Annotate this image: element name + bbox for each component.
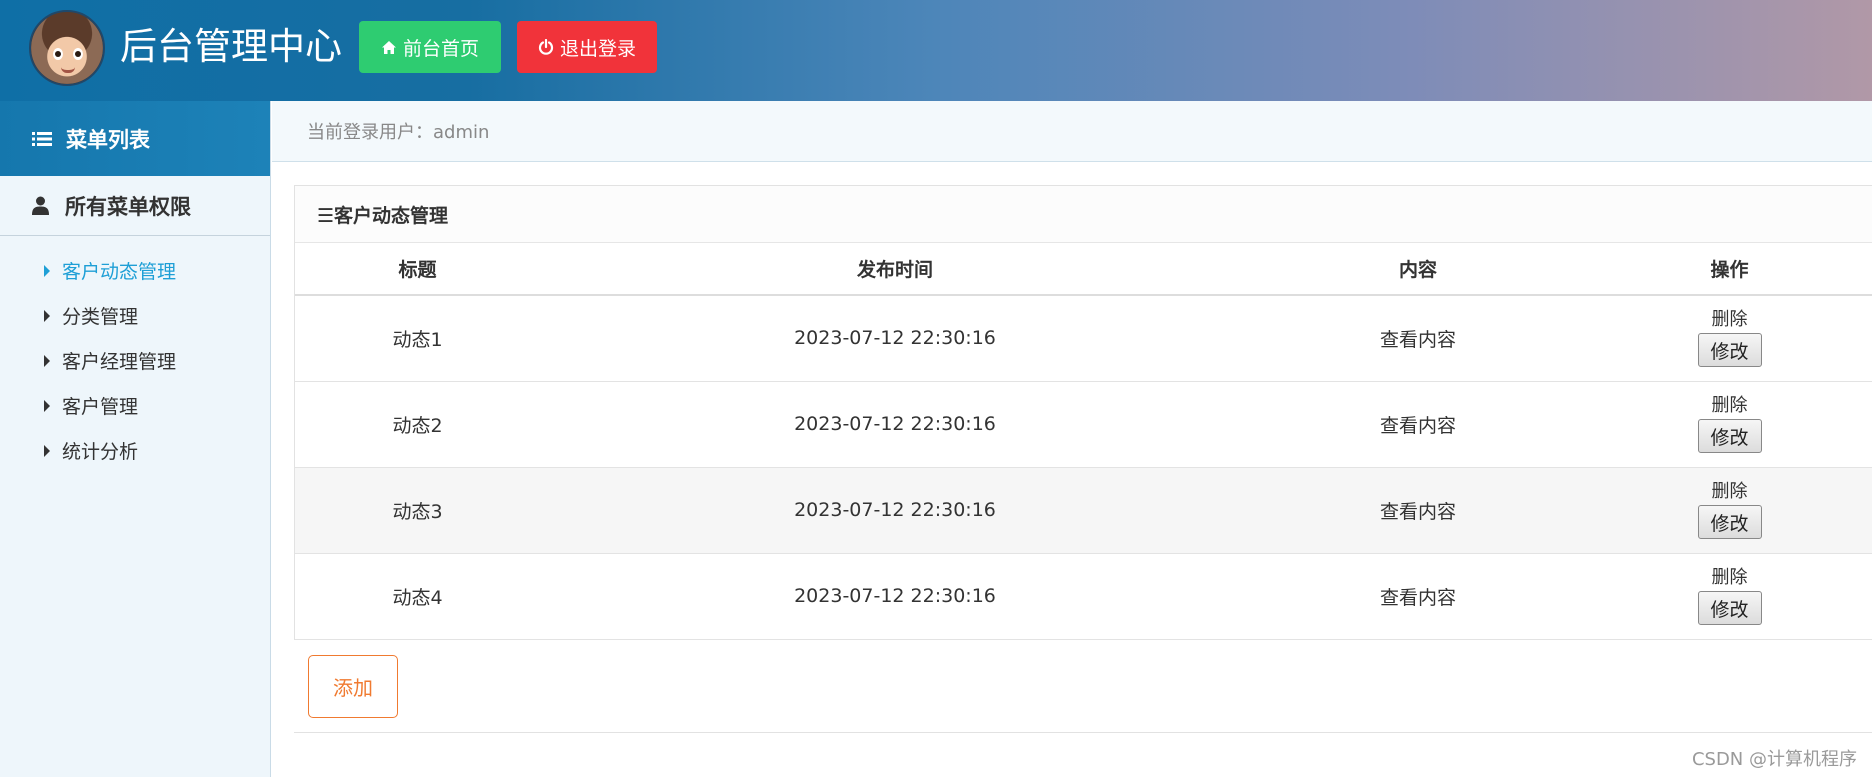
caret-right-icon xyxy=(44,264,50,277)
row-time: 2023-07-12 22:30:16 xyxy=(540,381,1250,468)
sidebar-section-label: 所有菜单权限 xyxy=(65,194,191,219)
current-user-text: 当前登录用户：admin xyxy=(307,122,490,143)
sidebar: 菜单列表 所有菜单权限 客户动态管理 分类管理 客户经理管理 客户管理 统计分析 xyxy=(0,101,271,777)
table-row: 动态3 2023-07-12 22:30:16 查看内容 删除 修改 xyxy=(295,467,1872,554)
row-title: 动态1 xyxy=(295,295,540,382)
table-row: 动态2 2023-07-12 22:30:16 查看内容 删除 修改 xyxy=(295,381,1872,468)
user-icon xyxy=(32,196,49,215)
panel-title: ☰客户动态管理 xyxy=(295,186,1872,243)
row-actions: 删除 修改 xyxy=(1586,467,1872,554)
column-header-content: 内容 xyxy=(1250,243,1586,296)
column-header-publish-time: 发布时间 xyxy=(540,243,1250,296)
row-title: 动态2 xyxy=(295,381,540,468)
delete-link[interactable]: 删除 xyxy=(1712,309,1748,331)
home-button-label: 前台首页 xyxy=(402,37,479,60)
caret-right-icon xyxy=(44,309,50,322)
sidebar-item-statistics[interactable]: 统计分析 xyxy=(0,428,270,473)
edit-button[interactable]: 修改 xyxy=(1697,591,1762,625)
table-header-row: 标题 发布时间 内容 操作 xyxy=(295,243,1872,296)
delete-link[interactable]: 删除 xyxy=(1712,395,1748,417)
logout-button-label: 退出登录 xyxy=(559,37,636,60)
add-button[interactable]: 添加 xyxy=(308,655,398,718)
sidebar-header-label: 菜单列表 xyxy=(66,127,150,152)
logout-button[interactable]: 退出登录 xyxy=(517,21,657,73)
sidebar-header: 菜单列表 xyxy=(0,101,270,176)
view-content-link[interactable]: 查看内容 xyxy=(1250,467,1586,554)
row-actions: 删除 修改 xyxy=(1586,553,1872,640)
caret-right-icon xyxy=(44,399,50,412)
sidebar-section-all-permissions[interactable]: 所有菜单权限 xyxy=(0,176,270,236)
row-title: 动态3 xyxy=(295,467,540,554)
edit-button[interactable]: 修改 xyxy=(1697,333,1762,368)
delete-link[interactable]: 删除 xyxy=(1712,481,1748,503)
sidebar-item-label: 分类管理 xyxy=(62,306,139,328)
edit-button[interactable]: 修改 xyxy=(1697,419,1762,453)
divider xyxy=(294,732,1872,733)
app-title: 后台管理中心 xyxy=(120,25,342,68)
watermark: CSDN @计算机程序 xyxy=(1691,749,1857,770)
column-header-actions: 操作 xyxy=(1586,243,1872,296)
power-icon xyxy=(538,39,554,55)
row-time: 2023-07-12 22:30:16 xyxy=(540,295,1250,382)
sidebar-item-label: 统计分析 xyxy=(62,441,139,463)
sidebar-item-category[interactable]: 分类管理 xyxy=(0,293,270,338)
dynamics-panel: ☰客户动态管理 标题 发布时间 内容 操作 动态1 2023-07-12 22:… xyxy=(294,185,1872,640)
sidebar-item-customers[interactable]: 客户管理 xyxy=(0,383,270,428)
caret-right-icon xyxy=(44,354,50,367)
row-title: 动态4 xyxy=(295,553,540,640)
view-content-link[interactable]: 查看内容 xyxy=(1250,295,1586,382)
caret-right-icon xyxy=(44,444,50,457)
row-time: 2023-07-12 22:30:16 xyxy=(540,467,1250,554)
row-time: 2023-07-12 22:30:16 xyxy=(540,553,1250,640)
edit-button[interactable]: 修改 xyxy=(1697,505,1762,539)
delete-link[interactable]: 删除 xyxy=(1712,567,1748,589)
row-actions: 删除 修改 xyxy=(1586,381,1872,468)
sidebar-menu: 客户动态管理 分类管理 客户经理管理 客户管理 统计分析 xyxy=(0,236,270,473)
sidebar-item-label: 客户动态管理 xyxy=(62,261,177,283)
view-content-link[interactable]: 查看内容 xyxy=(1250,553,1586,640)
home-button[interactable]: 前台首页 xyxy=(359,21,501,73)
table-row: 动态1 2023-07-12 22:30:16 查看内容 删除 修改 xyxy=(295,295,1872,382)
table-row: 动态4 2023-07-12 22:30:16 查看内容 删除 修改 xyxy=(295,553,1872,640)
list-icon xyxy=(32,131,52,146)
sidebar-item-label: 客户管理 xyxy=(62,396,139,418)
home-icon xyxy=(381,40,396,54)
current-user-bar: 当前登录用户：admin xyxy=(272,101,1872,162)
sidebar-item-account-managers[interactable]: 客户经理管理 xyxy=(0,338,270,383)
row-actions: 删除 修改 xyxy=(1586,295,1872,382)
sidebar-item-customer-dynamics[interactable]: 客户动态管理 xyxy=(0,248,270,293)
dynamics-table: 标题 发布时间 内容 操作 动态1 2023-07-12 22:30:16 查看… xyxy=(295,243,1872,640)
sidebar-item-label: 客户经理管理 xyxy=(62,351,177,373)
column-header-title: 标题 xyxy=(295,243,540,296)
avatar xyxy=(29,10,105,86)
view-content-link[interactable]: 查看内容 xyxy=(1250,381,1586,468)
top-header: 后台管理中心 前台首页 退出登录 xyxy=(0,0,1872,101)
